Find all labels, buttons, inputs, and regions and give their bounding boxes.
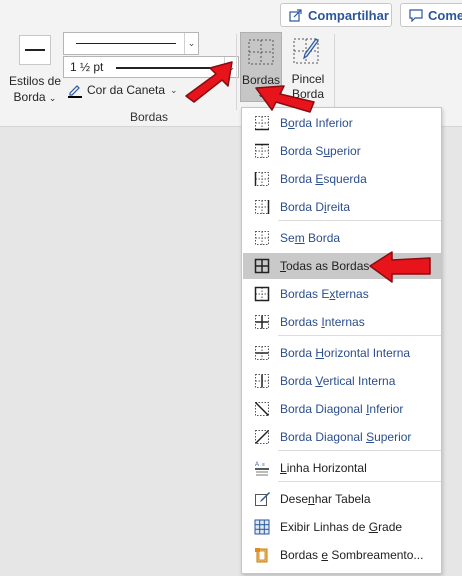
menu-item[interactable]: Desenhar Tabela bbox=[243, 486, 441, 512]
border-styles-label: Estilos de Borda ⌄ bbox=[7, 73, 63, 106]
inside-horizontal-icon bbox=[243, 345, 280, 361]
menu-item-label: Sem Borda bbox=[280, 231, 341, 245]
border-left-icon bbox=[243, 171, 280, 187]
diagonal-down-icon bbox=[243, 401, 280, 417]
share-label: Compartilhar bbox=[308, 7, 389, 23]
menu-item-label: Borda Superior bbox=[280, 144, 361, 158]
svg-text:≡: ≡ bbox=[262, 462, 265, 468]
borders-icon bbox=[248, 39, 274, 65]
comment-icon bbox=[409, 9, 423, 22]
menu-item[interactable]: Bordas Internas bbox=[243, 309, 441, 335]
annotation-arrow bbox=[255, 85, 315, 113]
menu-item-label: Exibir Linhas de Grade bbox=[280, 520, 403, 534]
menu-separator bbox=[278, 335, 441, 336]
border-style-swatch bbox=[19, 35, 51, 65]
menu-item-label: Bordas Internas bbox=[280, 315, 365, 329]
border-styles-label-line2: Borda bbox=[13, 90, 46, 104]
menu-item-label: Borda Diagonal Superior bbox=[280, 430, 412, 444]
menu-item[interactable]: Borda Esquerda bbox=[243, 166, 441, 192]
annotation-arrow bbox=[369, 251, 431, 283]
menu-item[interactable]: Borda Vertical Interna bbox=[243, 368, 441, 394]
menu-item[interactable]: Bordas e Sombreamento... bbox=[243, 542, 441, 568]
border-painter-icon bbox=[293, 38, 319, 64]
diagonal-up-icon bbox=[243, 429, 280, 445]
menu-item-label: Bordas e Sombreamento... bbox=[280, 548, 424, 562]
menu-item[interactable]: Exibir Linhas de Grade bbox=[243, 514, 441, 540]
line-style-preview bbox=[76, 43, 176, 44]
no-border-icon bbox=[243, 230, 280, 246]
menu-item[interactable]: Borda Diagonal Superior bbox=[243, 424, 441, 450]
menu-item[interactable]: Borda Superior bbox=[243, 138, 441, 164]
pen-icon bbox=[68, 85, 82, 98]
share-button[interactable]: Compartilhar bbox=[280, 3, 392, 27]
menu-item-label: Borda Horizontal Interna bbox=[280, 346, 411, 360]
menu-item-label: Linha Horizontal bbox=[280, 461, 367, 475]
menu-item-label: Desenhar Tabela bbox=[280, 492, 371, 506]
inside-vertical-icon bbox=[243, 373, 280, 389]
chevron-down-icon: ⌄ bbox=[48, 93, 57, 103]
menu-item-label: Borda Vertical Interna bbox=[280, 374, 396, 388]
menu-item[interactable]: Borda Horizontal Interna bbox=[243, 340, 441, 366]
comment-label: Comer bbox=[428, 7, 462, 23]
outside-borders-icon bbox=[243, 286, 280, 302]
menu-separator bbox=[278, 481, 441, 482]
menu-item-label: Borda Direita bbox=[280, 200, 351, 214]
all-borders-icon bbox=[243, 258, 280, 274]
menu-separator bbox=[278, 450, 441, 451]
menu-item-label: Borda Diagonal Inferior bbox=[280, 402, 404, 416]
gridlines-icon bbox=[243, 519, 280, 535]
horizontal-line-icon: A ≡ bbox=[243, 460, 280, 476]
menu-item-label: Borda Esquerda bbox=[280, 172, 367, 186]
pen-color-button[interactable]: Cor da Caneta ⌄ bbox=[67, 82, 178, 98]
svg-text:A: A bbox=[255, 462, 259, 468]
border-styles-button[interactable]: Estilos de Borda ⌄ bbox=[7, 33, 63, 115]
comment-button[interactable]: Comer bbox=[400, 3, 462, 27]
menu-separator bbox=[278, 220, 441, 221]
menu-item[interactable]: A ≡ Linha Horizontal bbox=[243, 455, 441, 481]
draw-table-icon bbox=[243, 491, 280, 507]
border-styles-label-line1: Estilos de bbox=[8, 74, 62, 88]
annotation-arrow bbox=[185, 61, 233, 103]
chevron-down-icon[interactable]: ⌄ bbox=[184, 33, 198, 54]
border-top-icon bbox=[243, 143, 280, 159]
ribbon-group-label: Bordas bbox=[130, 110, 169, 124]
menu-item[interactable]: Borda Diagonal Inferior bbox=[243, 396, 441, 422]
chevron-down-icon: ⌄ bbox=[170, 84, 178, 95]
share-icon bbox=[289, 9, 302, 22]
line-style-select[interactable]: ⌄ bbox=[63, 32, 199, 55]
menu-item-label: Borda Inferior bbox=[280, 116, 353, 130]
menu-item[interactable]: Borda Direita bbox=[243, 194, 441, 220]
border-right-icon bbox=[243, 199, 280, 215]
menu-item-label: Bordas Externas bbox=[280, 287, 369, 301]
borders-dropdown-menu: Borda Inferior Borda Superior Borda Esqu… bbox=[241, 107, 442, 574]
menu-item-label: Todas as Bordas bbox=[280, 259, 370, 273]
line-weight-value: 1 ½ pt bbox=[70, 60, 104, 74]
pen-color-label: Cor da Caneta bbox=[87, 83, 166, 97]
inside-borders-icon bbox=[243, 314, 280, 330]
borders-shading-icon bbox=[243, 547, 280, 563]
